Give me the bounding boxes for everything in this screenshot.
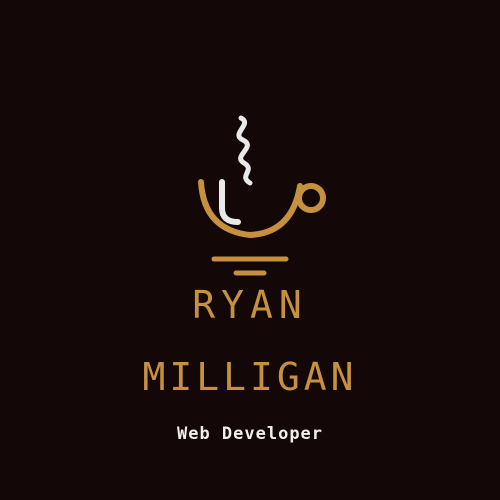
cup-handle [296, 183, 326, 213]
logo-canvas: RYAN MILLIGAN Web Developer [0, 0, 500, 500]
job-title: Web Developer [176, 424, 324, 444]
first-name: RYAN [192, 283, 308, 327]
steam-icon [236, 115, 253, 186]
last-name: MILLIGAN [142, 355, 358, 399]
cup-body [198, 179, 303, 239]
cup-inner-curve [219, 179, 241, 225]
